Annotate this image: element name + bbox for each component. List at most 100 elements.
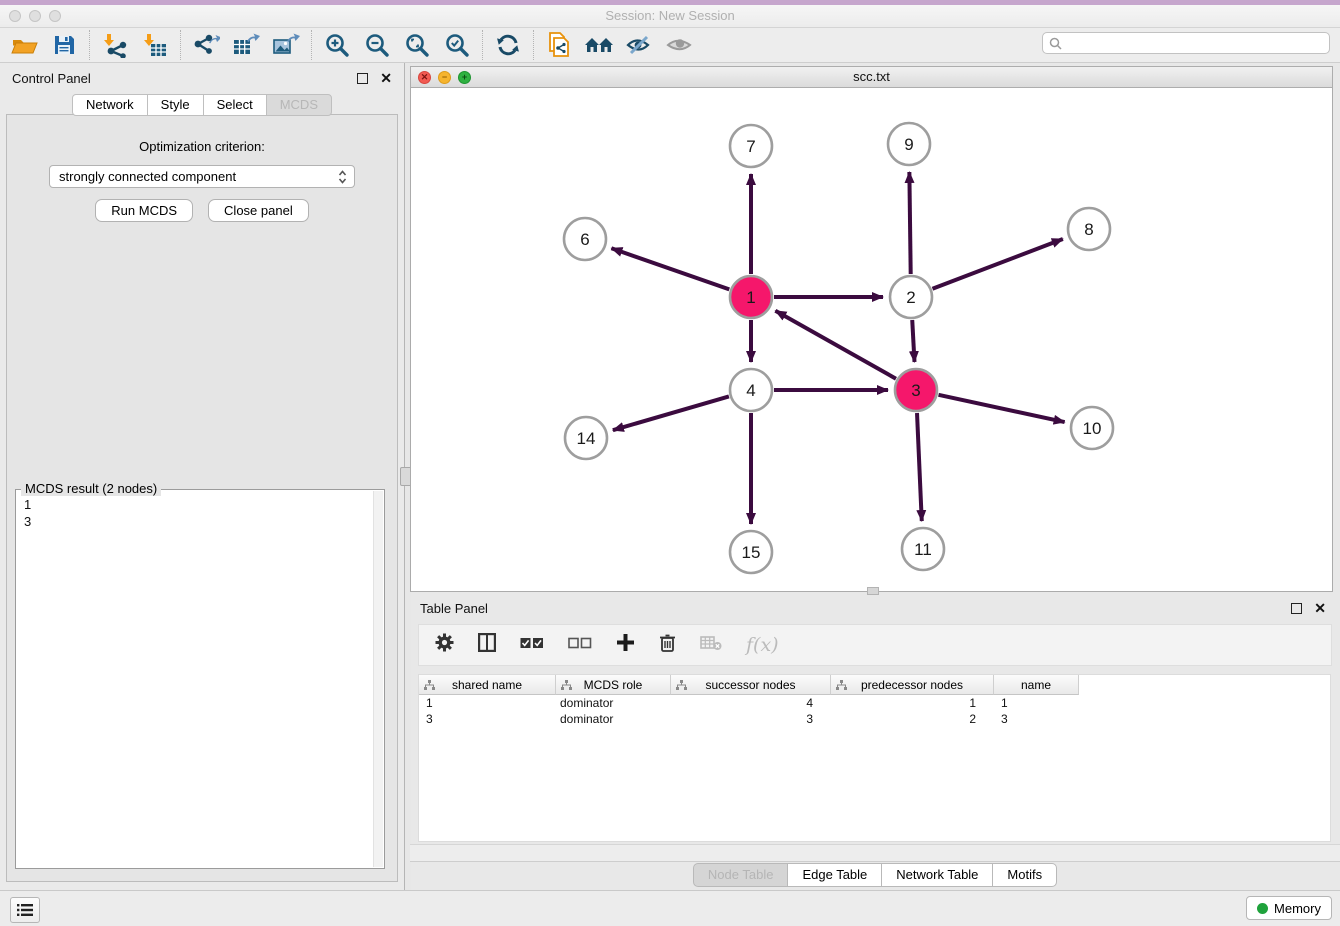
table-tabbar: Node Table Edge Table Network Table Moti… (410, 862, 1340, 888)
import-table-button[interactable] (135, 29, 175, 61)
toolbar-separator (311, 30, 312, 60)
sort-icon (561, 680, 572, 690)
close-table-panel-icon[interactable]: ✕ (1314, 601, 1326, 615)
graph-edge-2-8[interactable] (932, 239, 1062, 289)
cell-name[interactable]: 1 (994, 695, 1079, 711)
tab-edge-table[interactable]: Edge Table (787, 863, 882, 887)
sort-icon (424, 680, 435, 690)
tab-network-table[interactable]: Network Table (881, 863, 993, 887)
table-horizontal-scrollbar[interactable] (410, 844, 1340, 862)
hide-selected-button[interactable] (619, 29, 659, 61)
mcds-button-row: Run MCDS Close panel (7, 199, 397, 222)
cell-name[interactable]: 3 (994, 711, 1079, 727)
export-image-button[interactable] (266, 29, 306, 61)
result-scrollbar[interactable] (373, 491, 383, 867)
show-all-button[interactable] (659, 29, 699, 61)
network-minimize-button[interactable]: − (438, 71, 451, 84)
mcds-result-title: MCDS result (2 nodes) (21, 481, 161, 496)
cell-mcds-role[interactable]: dominator (556, 711, 671, 727)
search-icon (1049, 37, 1062, 50)
open-session-button[interactable] (4, 29, 44, 61)
table-settings-button[interactable] (435, 633, 454, 657)
column-header-predecessor-nodes[interactable]: predecessor nodes (831, 675, 994, 695)
zoom-in-button[interactable] (317, 29, 357, 61)
save-session-button[interactable] (44, 29, 84, 61)
column-header-name[interactable]: name (994, 675, 1079, 695)
clone-network-button[interactable] (539, 29, 579, 61)
delete-table-icon (700, 635, 722, 651)
table-panel-title: Table Panel (420, 601, 1291, 616)
network-canvas[interactable]: 7968124314101511 (410, 88, 1333, 592)
graph-edge-3-10[interactable] (938, 395, 1064, 422)
select-all-button[interactable] (520, 636, 544, 654)
mcds-result-line: 1 (24, 496, 376, 513)
zoom-selected-button[interactable] (437, 29, 477, 61)
delete-row-button[interactable] (659, 633, 676, 658)
tab-motifs[interactable]: Motifs (992, 863, 1057, 887)
cell-predecessor-nodes[interactable]: 2 (831, 711, 994, 727)
cell-shared-name[interactable]: 1 (419, 695, 556, 711)
cell-predecessor-nodes[interactable]: 1 (831, 695, 994, 711)
tab-select[interactable]: Select (203, 94, 267, 116)
export-network-button[interactable] (186, 29, 226, 61)
show-columns-button[interactable] (478, 633, 496, 657)
zoom-window-button[interactable] (49, 10, 61, 22)
task-history-button[interactable] (10, 897, 40, 923)
import-network-button[interactable] (95, 29, 135, 61)
dropdown-stepper-icon (338, 169, 347, 185)
mcds-result-line: 3 (24, 513, 376, 530)
column-header-mcds-role[interactable]: MCDS role (556, 675, 671, 695)
close-window-button[interactable] (9, 10, 21, 22)
column-header-successor-nodes[interactable]: successor nodes (671, 675, 831, 695)
deselect-all-button[interactable] (568, 636, 592, 654)
two-houses-icon (584, 33, 614, 57)
cell-successor-nodes[interactable]: 3 (671, 711, 831, 727)
network-window-titlebar[interactable]: ✕ − + scc.txt (410, 66, 1333, 88)
tab-network[interactable]: Network (72, 94, 148, 116)
search-input[interactable] (1066, 35, 1323, 52)
memory-button[interactable]: Memory (1246, 896, 1332, 920)
import-table-icon (142, 32, 168, 58)
tab-mcds[interactable]: MCDS (266, 94, 332, 116)
save-disk-icon (52, 33, 76, 57)
column-header-shared-name[interactable]: shared name (419, 675, 556, 695)
zoom-out-button[interactable] (357, 29, 397, 61)
graph-edge-2-3[interactable] (912, 320, 914, 362)
delete-table-button[interactable] (700, 635, 722, 656)
tab-style[interactable]: Style (147, 94, 204, 116)
graph-edge-1-6[interactable] (611, 248, 729, 289)
zoom-fit-button[interactable] (397, 29, 437, 61)
cell-mcds-role[interactable]: dominator (556, 695, 671, 711)
network-maximize-button[interactable]: + (458, 71, 471, 84)
close-panel-icon[interactable]: ✕ (380, 71, 392, 85)
network-window-traffic-lights: ✕ − + (418, 71, 471, 84)
control-panel-tabbar: Network Style Select MCDS (0, 94, 404, 116)
cell-successor-nodes[interactable]: 4 (671, 695, 831, 711)
run-mcds-button[interactable]: Run MCDS (95, 199, 193, 222)
criterion-dropdown[interactable]: strongly connected component (49, 165, 355, 188)
first-neighbors-button[interactable] (579, 29, 619, 61)
tab-node-table[interactable]: Node Table (693, 863, 789, 887)
graph-edge-4-14[interactable] (613, 396, 729, 430)
table-row[interactable]: 1 dominator 4 1 1 (419, 695, 1330, 711)
function-builder-button[interactable]: f(x) (746, 634, 779, 656)
search-field[interactable] (1042, 32, 1330, 54)
minimize-window-button[interactable] (29, 10, 41, 22)
trash-icon (659, 633, 676, 653)
control-panel: Control Panel ✕ Network Style Select MCD… (0, 63, 404, 890)
float-panel-icon[interactable] (357, 73, 368, 84)
sort-icon (836, 680, 847, 690)
table-row[interactable]: 3 dominator 3 2 3 (419, 711, 1330, 727)
network-close-button[interactable]: ✕ (418, 71, 431, 84)
refresh-view-button[interactable] (488, 29, 528, 61)
graph-edge-3-1[interactable] (775, 311, 896, 379)
add-row-button[interactable] (616, 633, 635, 657)
canvas-resize-handle[interactable] (867, 587, 879, 595)
export-table-button[interactable] (226, 29, 266, 61)
graph-edge-2-9[interactable] (909, 172, 910, 274)
close-panel-button[interactable]: Close panel (208, 199, 309, 222)
mcds-result-text[interactable]: 1 3 (16, 490, 384, 536)
graph-edge-3-11[interactable] (917, 413, 922, 521)
cell-shared-name[interactable]: 3 (419, 711, 556, 727)
float-table-panel-icon[interactable] (1291, 603, 1302, 614)
